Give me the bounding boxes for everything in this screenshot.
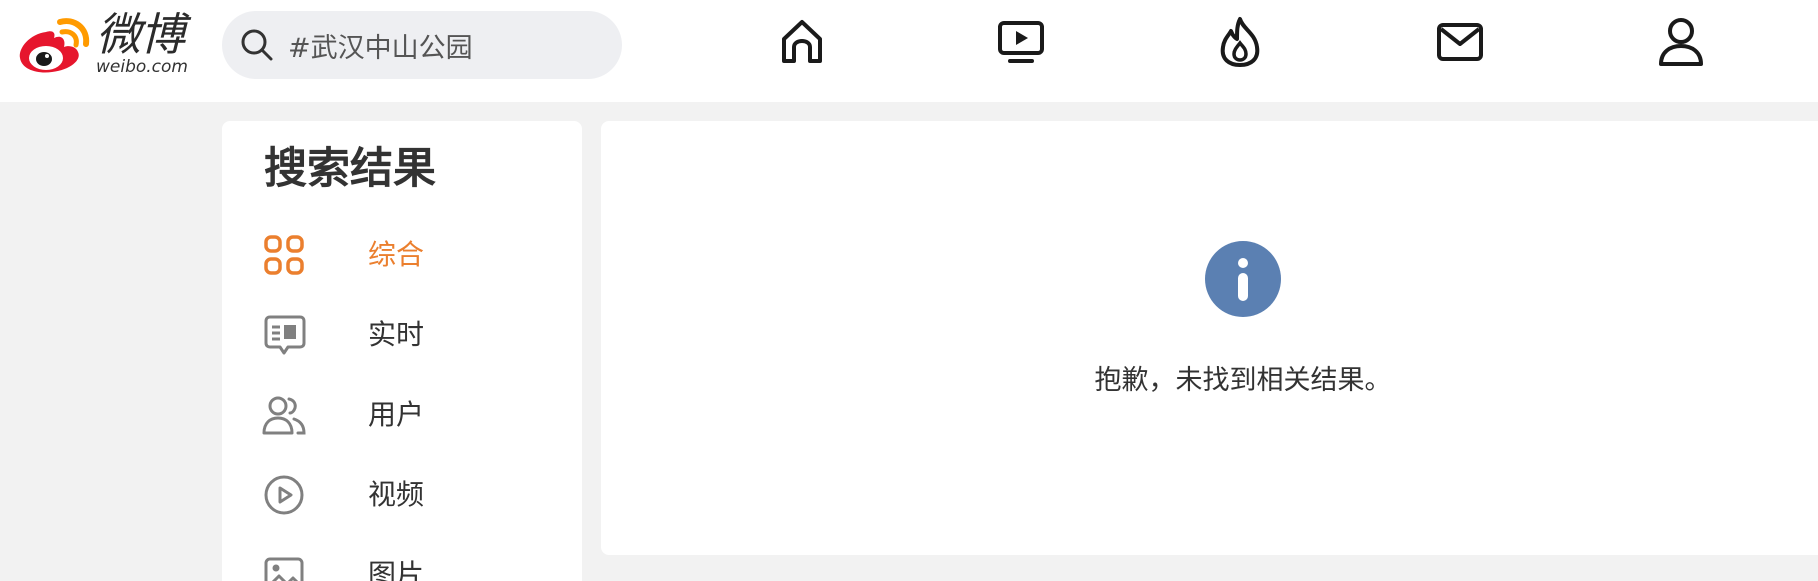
search-icon[interactable]: [240, 28, 274, 62]
realtime-icon: [264, 315, 306, 355]
sidebar-item-label: 图片: [368, 558, 425, 581]
home-icon[interactable]: [775, 14, 829, 70]
fire-icon-glyph: [1220, 17, 1260, 67]
top-navigation-bar: 微博 weibo.com: [0, 0, 1818, 102]
sidebar-item-images[interactable]: 图片: [262, 545, 562, 581]
user-icon-glyph: [1659, 18, 1703, 66]
envelope-icon-glyph: [1437, 23, 1483, 61]
sidebar-item-users[interactable]: 用户: [262, 385, 562, 445]
search-filter-sidebar: 搜索结果 综合 实时 用户 视频 图片: [222, 121, 582, 581]
sidebar-item-label: 综合: [368, 238, 425, 271]
weibo-logo[interactable]: 微博 weibo.com: [16, 8, 196, 78]
weibo-eye-logo-icon: [19, 18, 90, 73]
empty-result-message: 抱歉，未找到相关结果。: [1094, 365, 1392, 396]
sidebar-item-label: 用户: [368, 398, 425, 431]
image-icon: [264, 557, 304, 581]
users-icon: [262, 396, 306, 435]
logo-text-cn: 微博: [96, 8, 185, 61]
profile-icon[interactable]: [1654, 14, 1708, 70]
sidebar-item-realtime[interactable]: 实时: [262, 305, 562, 365]
sidebar-title: 搜索结果: [264, 144, 436, 194]
sidebar-item-label: 实时: [368, 318, 425, 351]
search-results-panel: 抱歉，未找到相关结果。: [601, 121, 1818, 555]
search-input[interactable]: [288, 11, 608, 79]
home-icon-glyph: [782, 20, 822, 63]
video-icon-glyph: [998, 21, 1044, 63]
sidebar-item-label: 视频: [368, 478, 425, 511]
sidebar-item-video[interactable]: 视频: [262, 465, 562, 525]
info-icon: [1205, 241, 1281, 317]
search-box[interactable]: [222, 11, 622, 79]
play-circle-icon: [264, 475, 304, 515]
sidebar-item-comprehensive[interactable]: 综合: [262, 225, 562, 285]
video-icon[interactable]: [994, 14, 1048, 70]
grid-icon: [264, 235, 304, 275]
mail-icon[interactable]: [1433, 14, 1487, 70]
hot-icon[interactable]: [1213, 14, 1267, 70]
logo-text-en: weibo.com: [96, 57, 188, 77]
